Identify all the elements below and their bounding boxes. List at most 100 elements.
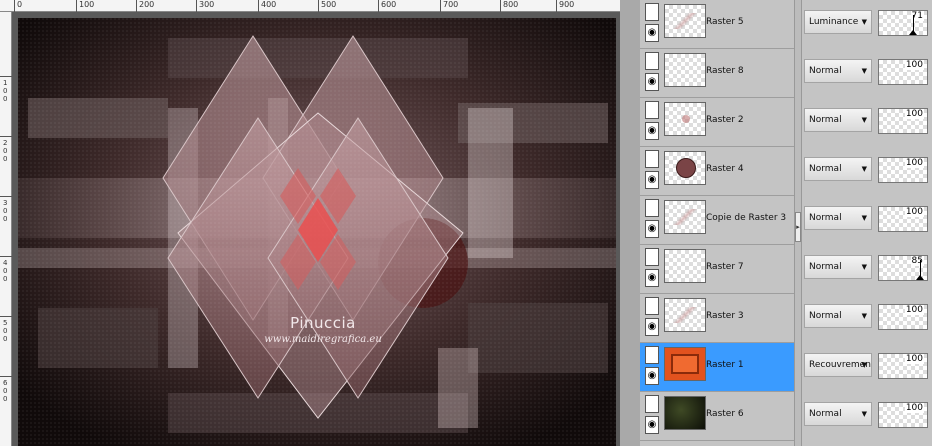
horizontal-ruler: 0 100 200 300 400 500 600 700 800 900 <box>0 0 620 12</box>
layer-properties-row: Normal ▼ 100 <box>802 98 932 147</box>
ruler-tick: 4 0 0 <box>0 256 12 283</box>
chevron-down-icon: ▼ <box>861 116 867 124</box>
layer-row[interactable]: ◉ Raster 5 <box>640 0 794 49</box>
ruler-tick-label: 2 0 0 <box>3 139 8 163</box>
layer-group-icon[interactable] <box>645 297 659 315</box>
layer-group-icon[interactable] <box>645 248 659 266</box>
layer-thumbnail[interactable] <box>664 298 706 332</box>
opacity-slider[interactable]: 100 <box>878 402 928 428</box>
eye-icon[interactable]: ◉ <box>645 122 659 140</box>
layer-group-icon[interactable] <box>645 395 659 413</box>
opacity-slider[interactable]: 71 <box>878 10 928 36</box>
blend-mode-label: Normal <box>809 409 842 419</box>
expand-arrow-icon[interactable]: ▸ <box>795 212 801 242</box>
ruler-tick: 300 <box>196 0 214 12</box>
blend-mode-dropdown[interactable]: Normal ▼ <box>804 255 872 279</box>
layer-row[interactable]: ◉ Raster 1 <box>640 343 794 392</box>
layer-thumbnail[interactable] <box>664 102 706 136</box>
layer-thumbnail[interactable] <box>664 53 706 87</box>
blend-mode-dropdown[interactable]: Normal ▼ <box>804 59 872 83</box>
layer-group-icon[interactable] <box>645 346 659 364</box>
blend-mode-dropdown[interactable]: Normal ▼ <box>804 402 872 426</box>
blend-mode-dropdown[interactable]: Normal ▼ <box>804 108 872 132</box>
layer-name: Raster 2 <box>706 115 744 125</box>
opacity-value: 100 <box>904 354 924 364</box>
blend-mode-dropdown[interactable]: Luminance ▼ <box>804 10 872 34</box>
ruler-tick: 0 <box>14 0 22 12</box>
opacity-slider[interactable]: 100 <box>878 108 928 134</box>
layers-panel: ◉ Raster 5 ◉ Raster 8 ◉ Raster 2 ◉ Raster 4 ◉ Cop… <box>640 0 794 446</box>
opacity-slider[interactable]: 85 <box>878 255 928 281</box>
layer-row[interactable]: ◉ Copie de Raster 3 <box>640 196 794 245</box>
ruler-tick: 400 <box>258 0 276 12</box>
layer-thumbnail[interactable] <box>664 151 706 185</box>
layer-thumbnail[interactable] <box>664 4 706 38</box>
blend-mode-label: Normal <box>809 115 842 125</box>
panel-splitter[interactable]: ▸ <box>794 0 802 446</box>
opacity-slider[interactable]: 100 <box>878 206 928 232</box>
layer-row[interactable]: ◉ Raster 8 <box>640 49 794 98</box>
eye-icon[interactable]: ◉ <box>645 269 659 287</box>
layer-group-icon[interactable] <box>645 199 659 217</box>
blend-mode-label: Normal <box>809 164 842 174</box>
eye-icon[interactable]: ◉ <box>645 73 659 91</box>
layer-name: Raster 5 <box>706 17 744 27</box>
layer-name: Raster 4 <box>706 164 744 174</box>
ruler-tick-label: 0 <box>17 0 23 9</box>
ruler-tick-label: 600 <box>381 0 397 9</box>
blend-mode-dropdown[interactable]: Normal ▼ <box>804 157 872 181</box>
layer-row[interactable]: ◉ Raster 7 <box>640 245 794 294</box>
panel-gap <box>620 0 640 446</box>
ruler-tick: 6 0 0 <box>0 376 12 403</box>
layer-name: Copie de Raster 3 <box>706 213 787 223</box>
blend-mode-label: Luminance <box>809 17 859 27</box>
eye-icon[interactable]: ◉ <box>645 367 659 385</box>
thumbnail-dot <box>682 115 690 123</box>
eye-icon[interactable]: ◉ <box>645 24 659 42</box>
eye-icon[interactable]: ◉ <box>645 416 659 434</box>
layer-properties-row: Normal ▼ 100 <box>802 294 932 343</box>
ruler-tick: 100 <box>76 0 94 12</box>
layer-row[interactable]: ◉ Raster 6 <box>640 392 794 441</box>
ruler-tick: 1 0 0 <box>0 76 12 103</box>
opacity-value: 100 <box>904 207 924 217</box>
blend-mode-dropdown[interactable]: Normal ▼ <box>804 206 872 230</box>
opacity-slider[interactable]: 100 <box>878 59 928 85</box>
layer-thumbnail[interactable] <box>664 396 706 430</box>
opacity-slider[interactable]: 100 <box>878 353 928 379</box>
layer-row[interactable]: ◉ Raster 4 <box>640 147 794 196</box>
ruler-tick-label: 1 0 0 <box>3 79 8 103</box>
layer-group-icon[interactable] <box>645 52 659 70</box>
opacity-value: 100 <box>904 109 924 119</box>
ruler-tick: 800 <box>500 0 518 12</box>
layer-group-icon[interactable] <box>645 3 659 21</box>
ruler-tick: 5 0 0 <box>0 316 12 343</box>
opacity-marker <box>913 15 914 31</box>
eye-icon[interactable]: ◉ <box>645 220 659 238</box>
canvas-area[interactable]: Pinuccia www.maidiregrafica.eu <box>12 12 620 446</box>
blend-mode-label: Normal <box>809 66 842 76</box>
image-canvas[interactable] <box>18 18 616 446</box>
layer-name: Raster 3 <box>706 311 744 321</box>
opacity-value: 100 <box>904 60 924 70</box>
eye-icon[interactable]: ◉ <box>645 318 659 336</box>
ruler-tick-label: 4 0 0 <box>3 259 8 283</box>
layer-row[interactable]: ◉ Raster 3 <box>640 294 794 343</box>
blend-mode-dropdown[interactable]: Normal ▼ <box>804 304 872 328</box>
layer-name: Raster 8 <box>706 66 744 76</box>
layer-thumbnail[interactable] <box>664 347 706 381</box>
ruler-tick: 2 0 0 <box>0 136 12 163</box>
chevron-down-icon: ▼ <box>861 410 867 418</box>
blend-mode-label: Normal <box>809 262 842 272</box>
layer-row[interactable]: ◉ Raster 2 <box>640 98 794 147</box>
opacity-slider[interactable]: 100 <box>878 304 928 330</box>
opacity-slider[interactable]: 100 <box>878 157 928 183</box>
ruler-tick-label: 300 <box>199 0 215 9</box>
layer-group-icon[interactable] <box>645 101 659 119</box>
ruler-tick-label: 800 <box>503 0 519 9</box>
blend-mode-dropdown[interactable]: Recouvrement ▼ <box>804 353 872 377</box>
layer-group-icon[interactable] <box>645 150 659 168</box>
eye-icon[interactable]: ◉ <box>645 171 659 189</box>
layer-thumbnail[interactable] <box>664 200 706 234</box>
layer-thumbnail[interactable] <box>664 249 706 283</box>
